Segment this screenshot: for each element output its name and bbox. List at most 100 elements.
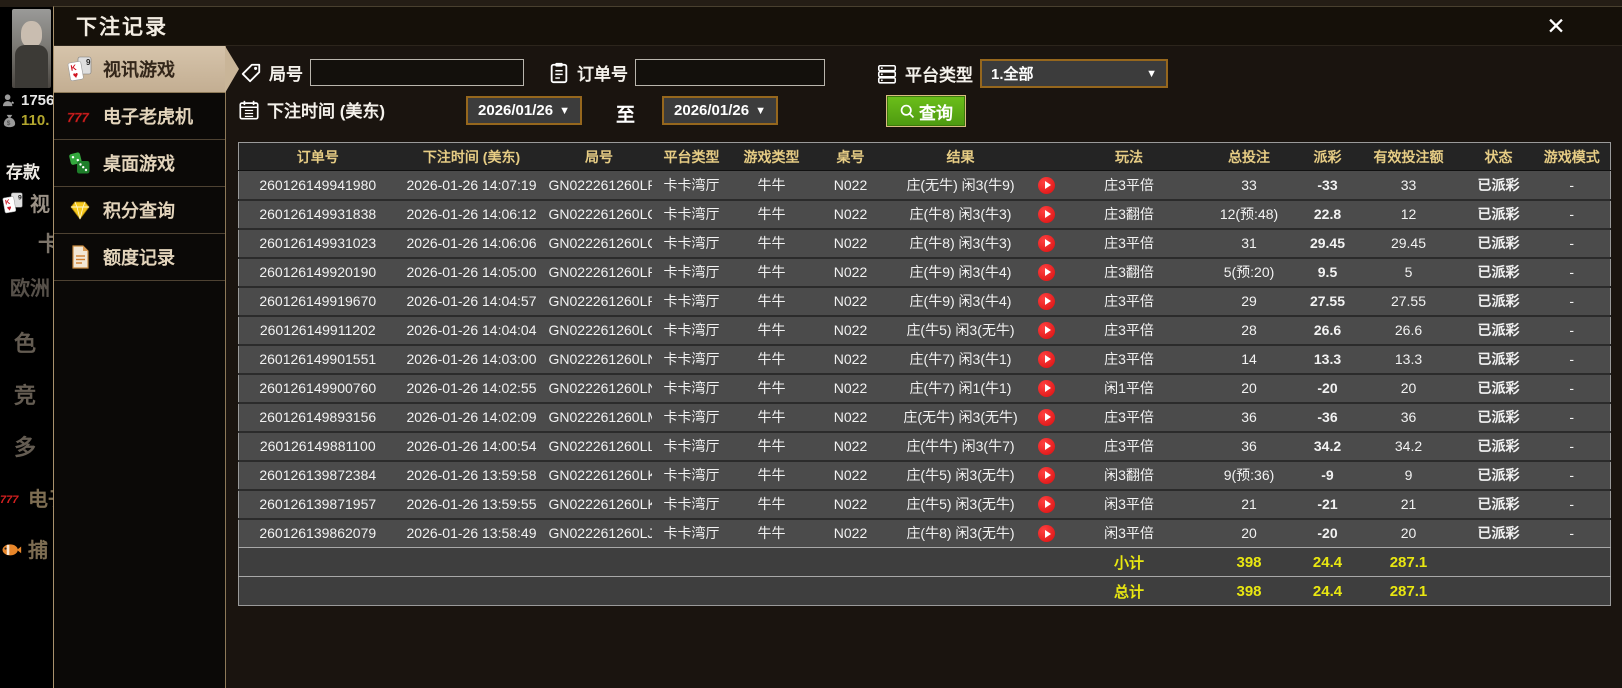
chevron-down-icon: ▼ xyxy=(755,105,766,117)
replay-play-icon[interactable] xyxy=(1038,438,1055,455)
game-type-cell: 牛牛 xyxy=(732,200,812,229)
tag-icon xyxy=(240,62,262,84)
replay-play-icon[interactable] xyxy=(1038,351,1055,368)
order-number-cell: 260126149901551 xyxy=(239,345,397,374)
order-number-cell: 260126149931838 xyxy=(239,200,397,229)
round-id-cell: GN022261260LQ xyxy=(547,200,652,229)
summary-total-bet: 398 xyxy=(1197,548,1302,577)
total-bet-cell: 29 xyxy=(1197,287,1302,316)
replay-play-icon[interactable] xyxy=(1038,409,1055,426)
play-method-cell: 庄3平倍 xyxy=(1062,403,1197,432)
platform-cell: 卡卡湾厅 xyxy=(652,519,732,548)
platform-cell: 卡卡湾厅 xyxy=(652,345,732,374)
replay-play-icon[interactable] xyxy=(1038,177,1055,194)
platform-cell: 卡卡湾厅 xyxy=(652,490,732,519)
lobby-item-fishing[interactable]: 捕 xyxy=(0,534,48,563)
game-mode-cell: - xyxy=(1534,287,1611,316)
bet-time-filter-group: 下注时间 (美东) xyxy=(238,97,385,122)
replay-play-icon[interactable] xyxy=(1038,525,1055,542)
table-number-cell: N022 xyxy=(812,461,890,490)
sidebar-item-1[interactable]: 777电子老虎机 xyxy=(54,93,225,140)
replay-play-icon[interactable] xyxy=(1038,322,1055,339)
round-id-cell: GN022261260LM xyxy=(547,403,652,432)
status-badge: 已派彩 xyxy=(1464,258,1534,287)
table-number-cell: N022 xyxy=(812,345,890,374)
replay-cell xyxy=(1032,258,1062,287)
sidebar-item-3[interactable]: 积分查询 xyxy=(54,187,225,234)
replay-play-icon[interactable] xyxy=(1038,206,1055,223)
result-cell: 庄(牛8) 闲3(牛3) xyxy=(890,229,1032,258)
platform-select[interactable]: 1.全部 ▼ xyxy=(980,59,1168,88)
deposit-button[interactable]: 存款 xyxy=(2,158,40,183)
sidebar-item-0[interactable]: 9K♥视讯游戏 xyxy=(54,46,225,93)
bet-time-cell: 2026-01-26 13:59:55 xyxy=(397,490,547,519)
total-bet-cell: 31 xyxy=(1197,229,1302,258)
play-method-cell: 庄3平倍 xyxy=(1062,229,1197,258)
calendar-icon xyxy=(238,99,260,121)
round-id-cell: GN022261260LP xyxy=(547,258,652,287)
replay-play-icon[interactable] xyxy=(1038,293,1055,310)
lobby-item-video[interactable]: 9K♥ 视 xyxy=(2,188,50,217)
game-mode-cell: - xyxy=(1534,345,1611,374)
payout-cell: -9 xyxy=(1302,461,1354,490)
status-badge: 已派彩 xyxy=(1464,316,1534,345)
order-input[interactable] xyxy=(635,59,825,86)
order-number-cell: 260126139871957 xyxy=(239,490,397,519)
sidebar-item-2[interactable]: 桌面游戏 xyxy=(54,140,225,187)
game-type-cell: 牛牛 xyxy=(732,461,812,490)
bet-time-cell: 2026-01-26 14:07:19 xyxy=(397,171,547,200)
platform-cell: 卡卡湾厅 xyxy=(652,258,732,287)
result-cell: 庄(牛5) 闲3(无牛) xyxy=(890,490,1032,519)
summary-valid-bet: 287.1 xyxy=(1354,577,1464,606)
game-type-cell: 牛牛 xyxy=(732,258,812,287)
round-input[interactable] xyxy=(310,59,524,86)
round-id-cell: GN022261260LO xyxy=(547,316,652,345)
table-row: 2601261398719572026-01-26 13:59:55GN0222… xyxy=(239,490,1611,519)
empty-cell xyxy=(397,548,547,577)
lobby-item-europe[interactable]: 欧洲 xyxy=(10,272,50,301)
sidebar-item-4[interactable]: 额度记录 xyxy=(54,234,225,281)
lobby-item-jing[interactable]: 竞 xyxy=(14,378,36,410)
date-to-dropdown[interactable]: 2026/01/26 ▼ xyxy=(662,96,778,125)
grand-total-label: 总计 xyxy=(1062,577,1197,606)
replay-cell xyxy=(1032,432,1062,461)
replay-play-icon[interactable] xyxy=(1038,235,1055,252)
table-row: 2601261499201902026-01-26 14:05:00GN0222… xyxy=(239,258,1611,287)
order-number-cell: 260126139862079 xyxy=(239,519,397,548)
replay-cell xyxy=(1032,316,1062,345)
date-from-dropdown[interactable]: 2026/01/26 ▼ xyxy=(466,96,582,125)
play-method-cell: 闲3翻倍 xyxy=(1062,461,1197,490)
platform-cell: 卡卡湾厅 xyxy=(652,200,732,229)
lobby-item-duo[interactable]: 多 xyxy=(14,430,36,462)
replay-play-icon[interactable] xyxy=(1038,264,1055,281)
replay-play-icon[interactable] xyxy=(1038,467,1055,484)
person-icon: * xyxy=(2,93,17,108)
platform-select-value: 1.全部 xyxy=(991,63,1034,84)
column-header: 结果 xyxy=(890,143,1032,171)
svg-text:*: * xyxy=(11,101,14,108)
platform-cell: 卡卡湾厅 xyxy=(652,229,732,258)
avatar[interactable] xyxy=(12,9,51,88)
query-button[interactable]: 查询 xyxy=(886,95,966,127)
replay-play-icon[interactable] xyxy=(1038,496,1055,513)
lobby-item-se[interactable]: 色 xyxy=(14,326,36,358)
replay-cell xyxy=(1032,287,1062,316)
subtotal-row: 小计39824.4287.1 xyxy=(239,548,1611,577)
summary-valid-bet: 287.1 xyxy=(1354,548,1464,577)
play-method-cell: 庄3平倍 xyxy=(1062,345,1197,374)
close-icon[interactable]: ✕ xyxy=(1542,12,1570,40)
table-row: 2601261498931562026-01-26 14:02:09GN0222… xyxy=(239,403,1611,432)
replay-play-icon[interactable] xyxy=(1038,380,1055,397)
order-number-cell: 260126149919670 xyxy=(239,287,397,316)
platform-cell: 卡卡湾厅 xyxy=(652,374,732,403)
payout-cell: 9.5 xyxy=(1302,258,1354,287)
empty-cell xyxy=(1534,548,1611,577)
round-id-cell: GN022261260LL xyxy=(547,432,652,461)
bet-time-cell: 2026-01-26 14:05:00 xyxy=(397,258,547,287)
bet-time-cell: 2026-01-26 14:04:04 xyxy=(397,316,547,345)
empty-cell xyxy=(239,577,397,606)
replay-cell xyxy=(1032,345,1062,374)
round-id-cell: GN022261260LR xyxy=(547,171,652,200)
column-header: 总投注 xyxy=(1197,143,1302,171)
column-header: 有效投注额 xyxy=(1354,143,1464,171)
